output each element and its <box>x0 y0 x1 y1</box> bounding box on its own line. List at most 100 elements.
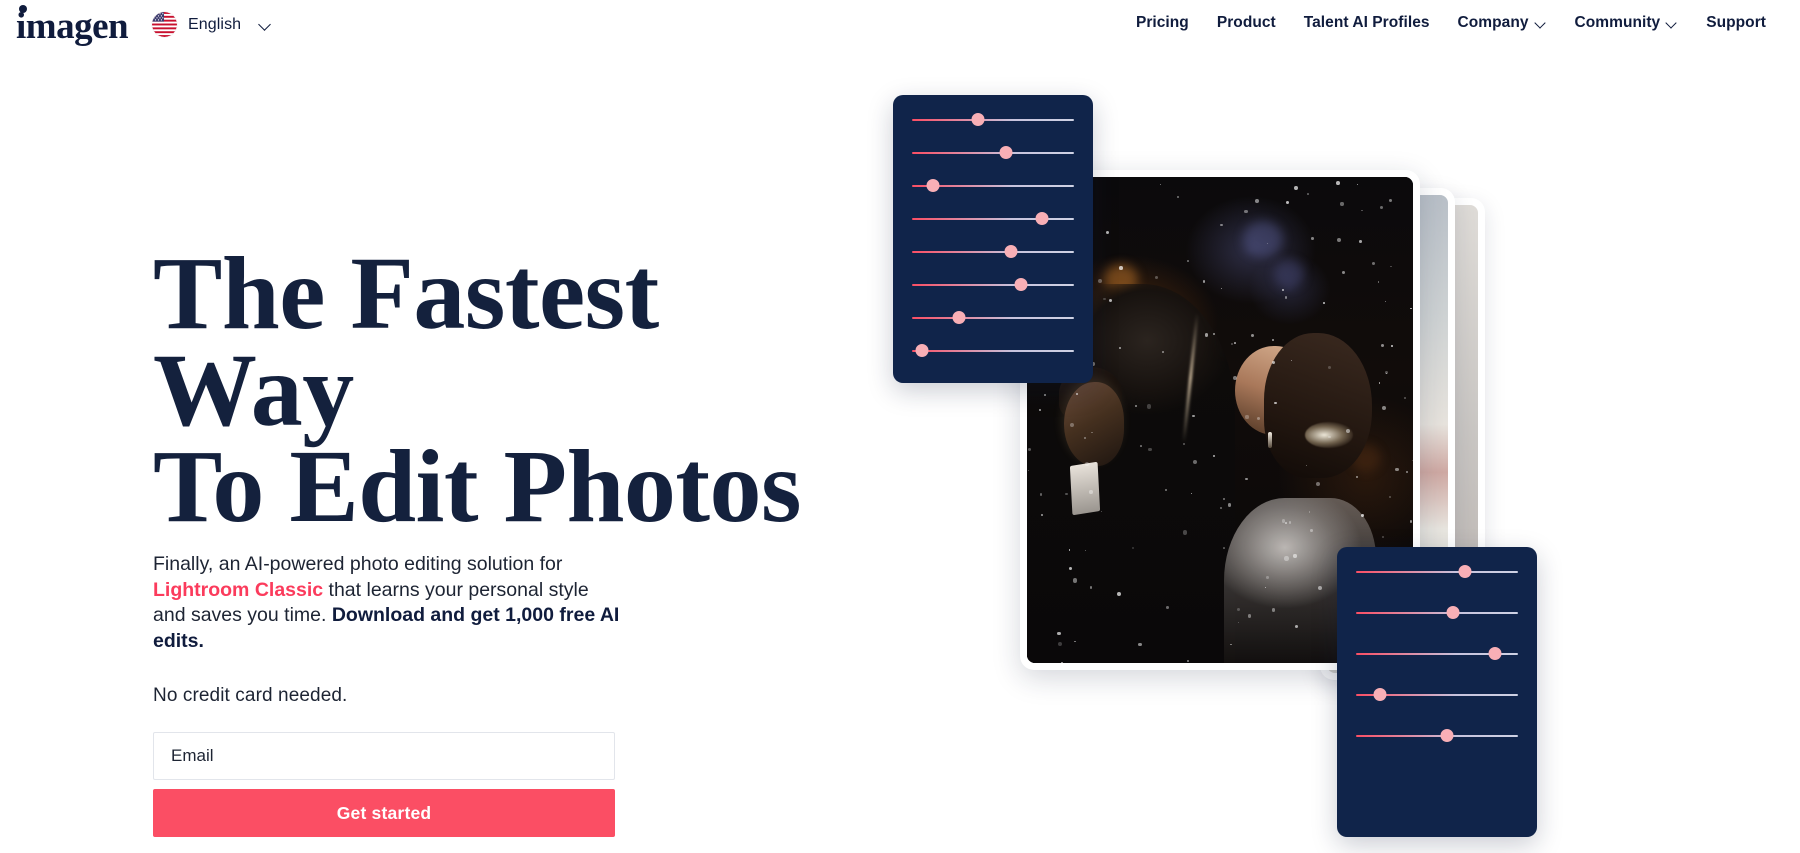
snow-particle <box>1372 261 1376 265</box>
snow-particle <box>1222 497 1225 501</box>
snow-particle <box>1165 605 1169 609</box>
snow-particle <box>1245 415 1249 419</box>
lightroom-classic-link[interactable]: Lightroom Classic <box>153 579 323 601</box>
slider-thumb[interactable] <box>1014 278 1028 291</box>
nav-item-support[interactable]: Support <box>1692 14 1780 32</box>
snow-particle <box>1043 394 1046 397</box>
snow-particle <box>1294 186 1298 190</box>
slider-track[interactable] <box>1356 612 1518 614</box>
snow-particle <box>1089 586 1093 589</box>
slider-track[interactable] <box>1356 735 1518 737</box>
slider-row[interactable] <box>1356 688 1518 701</box>
slider-thumb[interactable] <box>915 344 929 357</box>
snow-particle <box>1294 624 1299 628</box>
snow-particle <box>1103 297 1106 301</box>
snow-particle <box>1404 396 1406 399</box>
slider-thumb[interactable] <box>999 146 1013 159</box>
snow-particle <box>1237 607 1241 611</box>
slider-row[interactable] <box>1356 565 1518 578</box>
slider-row[interactable] <box>912 179 1074 192</box>
snow-particle <box>1356 184 1358 186</box>
snow-particle <box>1385 301 1387 303</box>
logo-wordmark: imagen <box>16 4 129 45</box>
nav-item-company[interactable]: Company <box>1444 14 1561 32</box>
snow-particle <box>1274 401 1277 405</box>
slider-thumb[interactable] <box>1373 688 1387 701</box>
nav-label: Talent AI Profiles <box>1303 14 1430 31</box>
snow-particle <box>1097 279 1102 284</box>
snow-particle <box>1091 431 1093 434</box>
logo-dot-icon <box>19 4 27 13</box>
snow-particle <box>1336 180 1341 185</box>
slider-row[interactable] <box>912 146 1074 159</box>
nav-label: Product <box>1216 14 1276 31</box>
snow-particle <box>1131 546 1135 550</box>
slider-thumb[interactable] <box>1488 647 1502 660</box>
snow-particle <box>1316 481 1321 486</box>
slider-row[interactable] <box>912 245 1074 258</box>
snow-particle <box>1380 205 1384 209</box>
slider-row[interactable] <box>912 311 1074 324</box>
snow-particle <box>1243 209 1248 214</box>
snow-particle <box>1135 404 1138 408</box>
nav-item-pricing[interactable]: Pricing <box>1122 14 1203 32</box>
slider-thumb[interactable] <box>952 311 966 324</box>
slider-thumb[interactable] <box>1004 245 1018 258</box>
snow-particle <box>1379 382 1381 384</box>
email-input[interactable] <box>153 732 615 781</box>
language-switcher[interactable]: English <box>152 12 272 37</box>
slider-row[interactable] <box>912 113 1074 126</box>
snow-particle <box>1073 578 1078 583</box>
snow-particle <box>1220 223 1223 226</box>
slider-thumb[interactable] <box>926 179 940 192</box>
us-flag-icon <box>152 12 177 37</box>
snow-particle <box>1186 659 1189 662</box>
snow-particle <box>1245 477 1248 480</box>
landing-page: imagen English Pricing Product Talent AI… <box>0 0 1800 853</box>
snow-particle <box>1220 287 1222 290</box>
slider-row[interactable] <box>912 344 1074 357</box>
snow-particle <box>1412 459 1413 461</box>
slider-track[interactable] <box>912 218 1074 220</box>
snow-particle <box>1254 199 1259 203</box>
snow-particle <box>1041 513 1044 516</box>
snow-particle <box>1410 307 1412 310</box>
slider-thumb[interactable] <box>1458 565 1472 578</box>
nav-item-talent-ai-profiles[interactable]: Talent AI Profiles <box>1290 14 1444 32</box>
slider-row[interactable] <box>912 212 1074 225</box>
chevron-down-icon <box>1666 17 1678 29</box>
imagen-logo[interactable]: imagen <box>16 4 129 47</box>
snow-particle <box>1266 242 1269 245</box>
slider-row[interactable] <box>1356 606 1518 619</box>
nav-label: Community <box>1574 14 1661 31</box>
slider-track[interactable] <box>912 152 1074 154</box>
slider-thumb[interactable] <box>971 113 985 126</box>
slider-row[interactable] <box>1356 647 1518 660</box>
snow-particle <box>1089 490 1093 494</box>
slider-thumb[interactable] <box>1035 212 1049 225</box>
slider-track[interactable] <box>912 350 1074 352</box>
slider-track[interactable] <box>912 317 1074 319</box>
hero-content: The Fastest Way To Edit Photos Finally, … <box>153 236 843 838</box>
slider-track[interactable] <box>912 119 1074 121</box>
no-credit-card-note: No credit card needed. <box>153 685 348 707</box>
slider-row[interactable] <box>912 278 1074 291</box>
snow-particle <box>1154 275 1158 279</box>
slider-track[interactable] <box>912 284 1074 286</box>
snow-particle <box>1238 621 1240 624</box>
snow-particle <box>1074 640 1077 643</box>
snow-particle <box>1057 631 1061 635</box>
snow-particle <box>1204 333 1209 338</box>
slider-track[interactable] <box>1356 571 1518 573</box>
snow-particle <box>1039 493 1043 497</box>
slider-track[interactable] <box>912 251 1074 253</box>
page-title: The Fastest Way To Edit Photos <box>153 236 802 545</box>
slider-thumb[interactable] <box>1446 606 1460 619</box>
slider-row[interactable] <box>1356 729 1518 742</box>
slider-thumb[interactable] <box>1440 729 1454 742</box>
snow-particle <box>1306 464 1308 466</box>
nav-item-community[interactable]: Community <box>1561 14 1693 32</box>
snow-particle <box>1271 608 1276 612</box>
nav-item-product[interactable]: Product <box>1203 14 1290 32</box>
get-started-button[interactable]: Get started <box>153 789 615 838</box>
